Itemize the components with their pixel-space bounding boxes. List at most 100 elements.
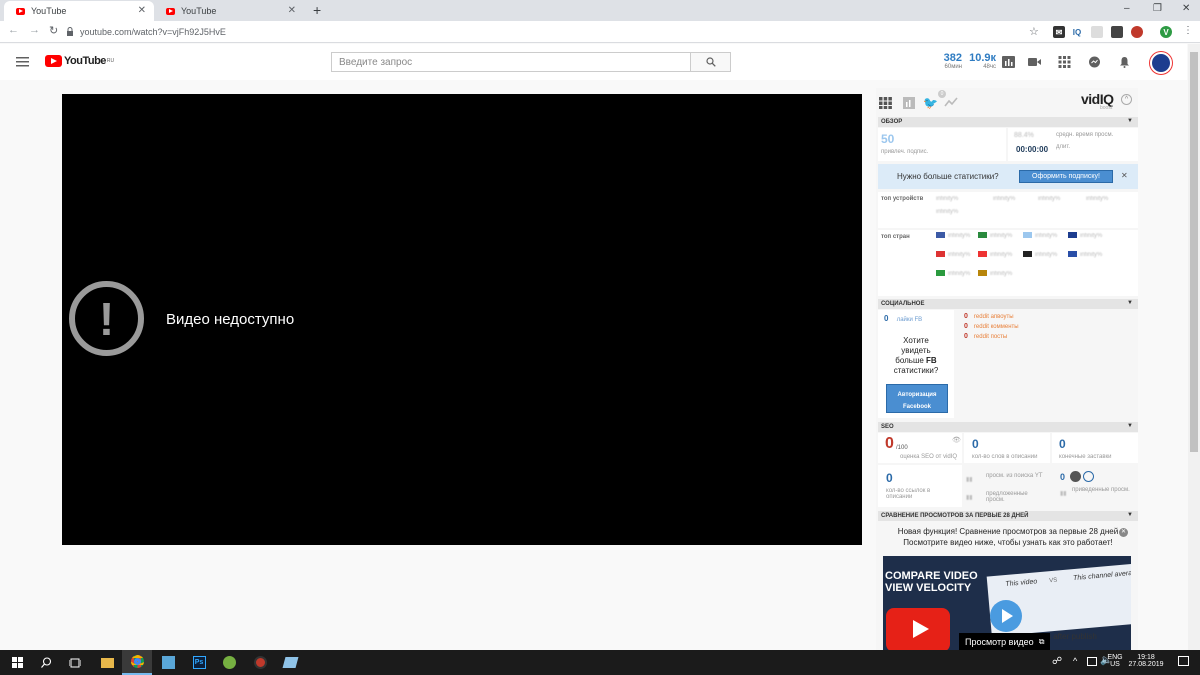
subscribe-button[interactable]: Оформить подписку! <box>1019 170 1113 183</box>
country-value: infinity% <box>948 251 971 258</box>
country-value: infinity% <box>1035 251 1058 258</box>
search-button[interactable] <box>690 52 731 72</box>
action-center-icon[interactable] <box>1178 656 1189 666</box>
messages-icon[interactable] <box>1088 56 1101 68</box>
caret-down-icon: ▼ <box>1127 512 1133 518</box>
play-triangle-icon <box>1002 609 1013 623</box>
error-exclamation-icon: ! <box>69 281 144 356</box>
search-input[interactable]: Введите запрос <box>331 52 691 72</box>
taskbar-app-blue[interactable] <box>275 650 305 675</box>
taskbar-search-button[interactable] <box>31 650 61 675</box>
extension-screen-icon[interactable] <box>1091 26 1103 38</box>
tab-title: YouTube <box>31 6 67 16</box>
apps-grid-icon[interactable] <box>1058 56 1071 68</box>
clock[interactable]: 19:18 27.08.2019 <box>1126 654 1166 668</box>
create-video-icon[interactable] <box>1028 56 1041 68</box>
youtube-favicon-icon <box>166 7 175 15</box>
external-link-icon: ⧉ <box>1038 636 1045 646</box>
reload-icon[interactable]: ↻ <box>49 24 58 37</box>
vidiq-chart-icon[interactable] <box>903 97 915 109</box>
maximize-button[interactable]: ❐ <box>1153 3 1162 14</box>
taskbar-explorer[interactable] <box>92 650 122 675</box>
chrome-icon <box>130 655 144 668</box>
page-scrollbar[interactable] <box>1188 44 1200 650</box>
tab-close-icon[interactable]: ✕ <box>138 5 146 16</box>
scrollbar-thumb[interactable] <box>1190 52 1198 452</box>
close-window-button[interactable]: ✕ <box>1182 3 1190 14</box>
taskbar-utorrent[interactable] <box>214 650 244 675</box>
close-compare-icon[interactable]: ✕ <box>1119 528 1128 537</box>
taskbar-app-k[interactable] <box>153 650 183 675</box>
top-countries-row: топ стран infinity% infinity% infinity% … <box>878 230 1138 296</box>
extension-dark-icon[interactable] <box>1111 26 1123 38</box>
vidiq-grid-icon[interactable] <box>879 97 892 109</box>
thumb-title-line: VIEW VELOCITY <box>885 582 972 594</box>
vidiq-twitter-icon[interactable]: 🐦 <box>923 96 938 110</box>
flag-icon <box>978 232 987 238</box>
youtube-logo[interactable]: YouTube RU <box>45 55 114 67</box>
clock-time: 19:18 <box>1137 654 1155 661</box>
lang-region: US <box>1110 661 1120 668</box>
promo-bold: FB <box>926 356 937 365</box>
network-icon[interactable] <box>1087 657 1097 666</box>
bookmark-star-icon[interactable]: ☆ <box>1029 25 1039 38</box>
user-icon <box>1070 471 1081 482</box>
task-view-button[interactable] <box>60 650 90 675</box>
address-bar[interactable]: youtube.com/watch?v=vjFh92J5HvE <box>66 23 1046 40</box>
notifications-bell-icon[interactable] <box>1118 56 1131 68</box>
language-indicator[interactable]: ENG US <box>1104 654 1126 668</box>
video-player[interactable]: ! Видео недоступно <box>62 94 862 545</box>
chrome-menu-icon[interactable]: ⋮ <box>1183 25 1193 36</box>
video-unavailable-message: Видео недоступно <box>166 311 295 328</box>
subs-value: 50 <box>881 132 895 146</box>
vidiq-trend-icon[interactable] <box>944 96 958 108</box>
section-header-compare[interactable]: СРАВНЕНИЕ ПРОСМОТРОВ ЗА ПЕРВЫЕ 28 ДНЕЙ ▼ <box>878 511 1138 521</box>
flag-icon <box>1068 232 1077 238</box>
profile-avatar-icon[interactable]: V <box>1160 26 1172 38</box>
account-avatar[interactable] <box>1150 52 1172 74</box>
logo-wordmark: YouTube <box>64 55 106 67</box>
minimize-button[interactable]: – <box>1124 3 1130 14</box>
search-icon <box>40 657 51 668</box>
new-tab-button[interactable]: + <box>313 2 321 18</box>
taskbar-chrome[interactable] <box>122 650 152 675</box>
section-header-overview[interactable]: ОБЗОР ▼ <box>878 117 1138 127</box>
tab-close-icon[interactable]: ✕ <box>288 5 296 16</box>
vidiq-realtime-stat-48h: 10.9к 48чс <box>966 52 996 70</box>
search-views-label: просм. из поиска YT <box>986 473 1043 479</box>
compare-text-line: Посмотрите видео ниже, чтобы узнать как … <box>903 538 1113 547</box>
country-au: infinity% <box>1068 232 1102 239</box>
thumb-play-triangle-icon <box>913 620 929 638</box>
close-banner-icon[interactable]: ✕ <box>1121 171 1128 180</box>
overview-watchtime-card: 88.4% средн. время просм. 00:00:00 длит. <box>1008 128 1138 161</box>
hamburger-menu-icon[interactable] <box>16 57 29 67</box>
country-value: infinity% <box>948 232 971 239</box>
watch-video-link[interactable]: Просмотр видео ⧉ <box>959 633 1051 650</box>
people-icon[interactable]: ☍ <box>1052 656 1062 667</box>
extension-mail-icon[interactable]: ✉ <box>1053 26 1065 38</box>
country-value: infinity% <box>990 232 1013 239</box>
stats-chart-icon[interactable] <box>1002 56 1015 68</box>
promo-line: Хотите <box>903 336 929 345</box>
tab-youtube-2[interactable]: YouTube ✕ <box>154 1 304 21</box>
section-header-social[interactable]: СОЦИАЛЬНОЕ ▼ <box>878 299 1138 309</box>
search-icon <box>705 57 716 67</box>
extension-red-icon[interactable] <box>1131 26 1143 38</box>
cards-value: 0 <box>1060 472 1066 482</box>
tray-chevron-up-icon[interactable]: ^ <box>1073 656 1077 666</box>
seo-end-screens-card: 0 конечные заставки <box>1052 433 1138 463</box>
tab-youtube-1[interactable]: YouTube ✕ <box>4 1 154 21</box>
lang-code: ENG <box>1107 654 1123 661</box>
eye-icon[interactable]: 👁 <box>952 436 961 444</box>
section-header-seo[interactable]: SEO ▼ <box>878 422 1138 432</box>
play-button-icon[interactable] <box>990 600 1022 632</box>
forward-arrow-icon[interactable]: → <box>29 24 40 36</box>
vidiq-collapse-icon[interactable]: ^ <box>1121 94 1132 105</box>
facebook-auth-button[interactable]: Авторизация Facebook <box>886 384 948 413</box>
folder-icon <box>100 657 114 668</box>
taskbar-photoshop[interactable]: Ps <box>184 650 214 675</box>
back-arrow-icon[interactable]: ← <box>8 24 19 36</box>
extension-vidiq-icon[interactable]: IQ <box>1071 26 1083 38</box>
start-button[interactable] <box>2 650 32 675</box>
taskbar-app-red[interactable] <box>245 650 275 675</box>
